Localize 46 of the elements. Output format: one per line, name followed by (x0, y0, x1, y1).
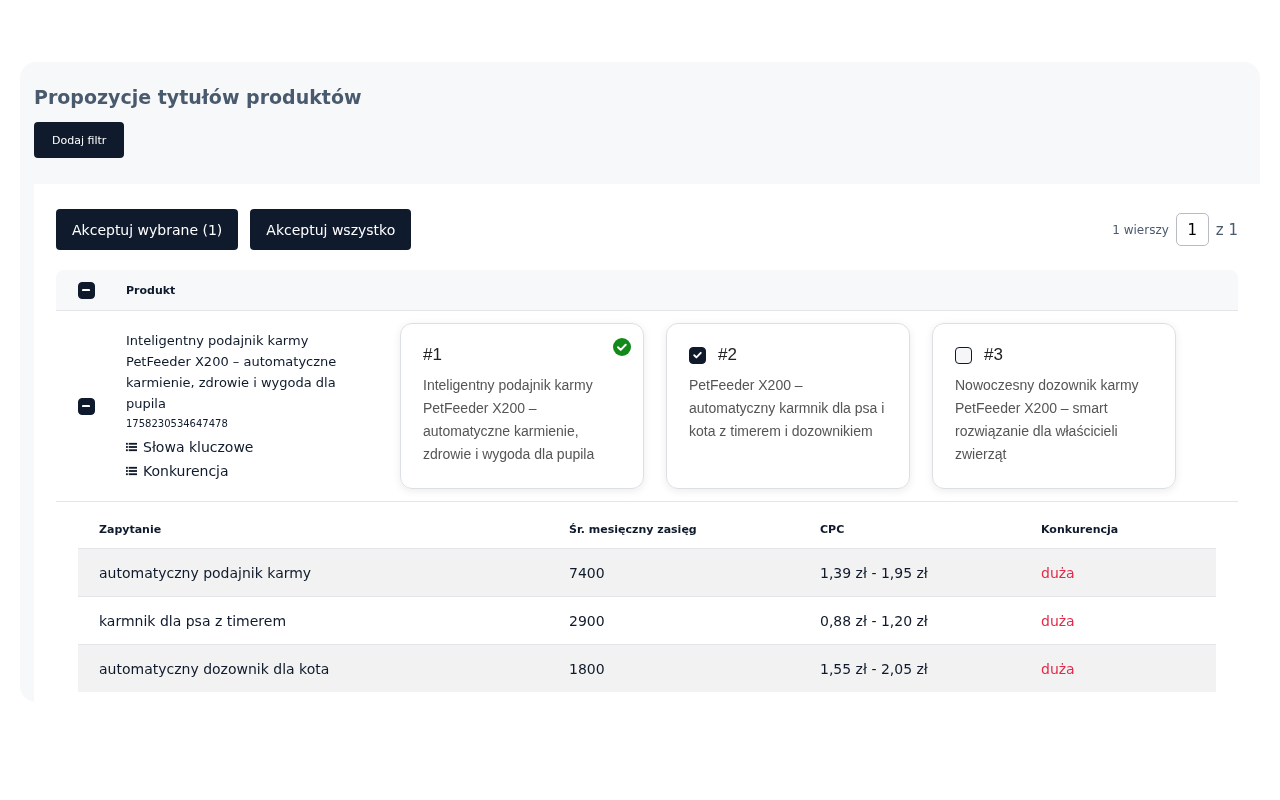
page-title: Propozycje tytułów produktów (34, 86, 363, 108)
column-header: Śr. mesięczny zasięg (569, 522, 698, 536)
page-total: z 1 (1215, 220, 1238, 239)
minus-icon (82, 404, 90, 408)
table-cell-text: automatyczny podajnik karmy (99, 564, 313, 581)
proposal-card[interactable]: #1 Inteligentny podajnik karmy PetFeeder X200 – automatyczne karmienie, zdrowie i wygoda dla pupila (400, 323, 644, 489)
proposal-text: Inteligentny podajnik karmy PetFeeder X200 – automatyczne karmienie, zdrowie i wygoda dla pupila (423, 376, 596, 464)
table-cell-text: 1800 (569, 660, 606, 677)
proposal-number: #2 (718, 345, 737, 365)
checkbox[interactable] (77, 397, 95, 415)
checkbox[interactable] (77, 281, 95, 299)
list-icon (126, 441, 137, 452)
competition-level: duża (1041, 564, 1076, 581)
rows-count: 1 wierszy (1112, 222, 1169, 237)
proposal-text: PetFeeder X200 – automatyczny karmnik dla psa i kota z timerem i dozownikiem (689, 376, 886, 441)
table-cell-text: 2900 (569, 612, 606, 629)
column-header: Konkurencja (1041, 522, 1120, 536)
column-header: Zapytanie (99, 522, 163, 536)
minus-icon (82, 288, 90, 292)
competition-level: duża (1041, 612, 1076, 629)
action-button[interactable]: Akceptuj wybrane (1) (56, 209, 239, 250)
action-button[interactable]: Akceptuj wszystko (250, 209, 412, 250)
proposal-number: #3 (984, 345, 1003, 365)
product-id: 1758230534647478 (126, 417, 229, 429)
table-cell-text: 1,55 zł - 2,05 zł (820, 660, 929, 677)
table-cell-text: automatyczny dozownik dla kota (99, 660, 331, 677)
proposal-card[interactable]: #3 Nowoczesny dozownik karmy PetFeeder X200 – smart rozwiązanie dla właścicieli zwierząt (932, 323, 1176, 489)
list-link[interactable]: Słowa kluczowe (126, 434, 366, 459)
column-header: Produkt (126, 283, 176, 297)
table-cell-text: 0,88 zł - 1,20 zł (820, 612, 929, 629)
list-icon (126, 465, 137, 476)
proposal-card[interactable]: #2 PetFeeder X200 – automatyczny karmnik dla psa i kota z timerem i dozownikiem (666, 323, 910, 489)
product-title: Inteligentny podajnik karmy PetFeeder X200 – automatyczne karmienie, zdrowie i wygoda dla pupila (126, 331, 338, 413)
checkbox[interactable] (689, 346, 706, 364)
table-cell-text: 1,39 zł - 1,95 zł (820, 564, 929, 581)
checkbox[interactable] (955, 346, 972, 364)
table-cell-text: karmnik dla psa z timerem (99, 612, 288, 629)
column-header: CPC (820, 522, 846, 536)
check-circle-icon (613, 338, 631, 356)
add-filter-button[interactable]: Dodaj filtr (34, 122, 125, 158)
list-link[interactable]: Konkurencja (126, 458, 366, 483)
table-cell-text: 7400 (569, 564, 606, 581)
competition-level: duża (1041, 660, 1076, 677)
proposal-number: #1 (423, 345, 442, 365)
proposal-text: Nowoczesny dozownik karmy PetFeeder X200 – smart rozwiązanie dla właścicieli zwierząt (955, 376, 1140, 464)
page-input[interactable]: 1 (1175, 213, 1209, 246)
